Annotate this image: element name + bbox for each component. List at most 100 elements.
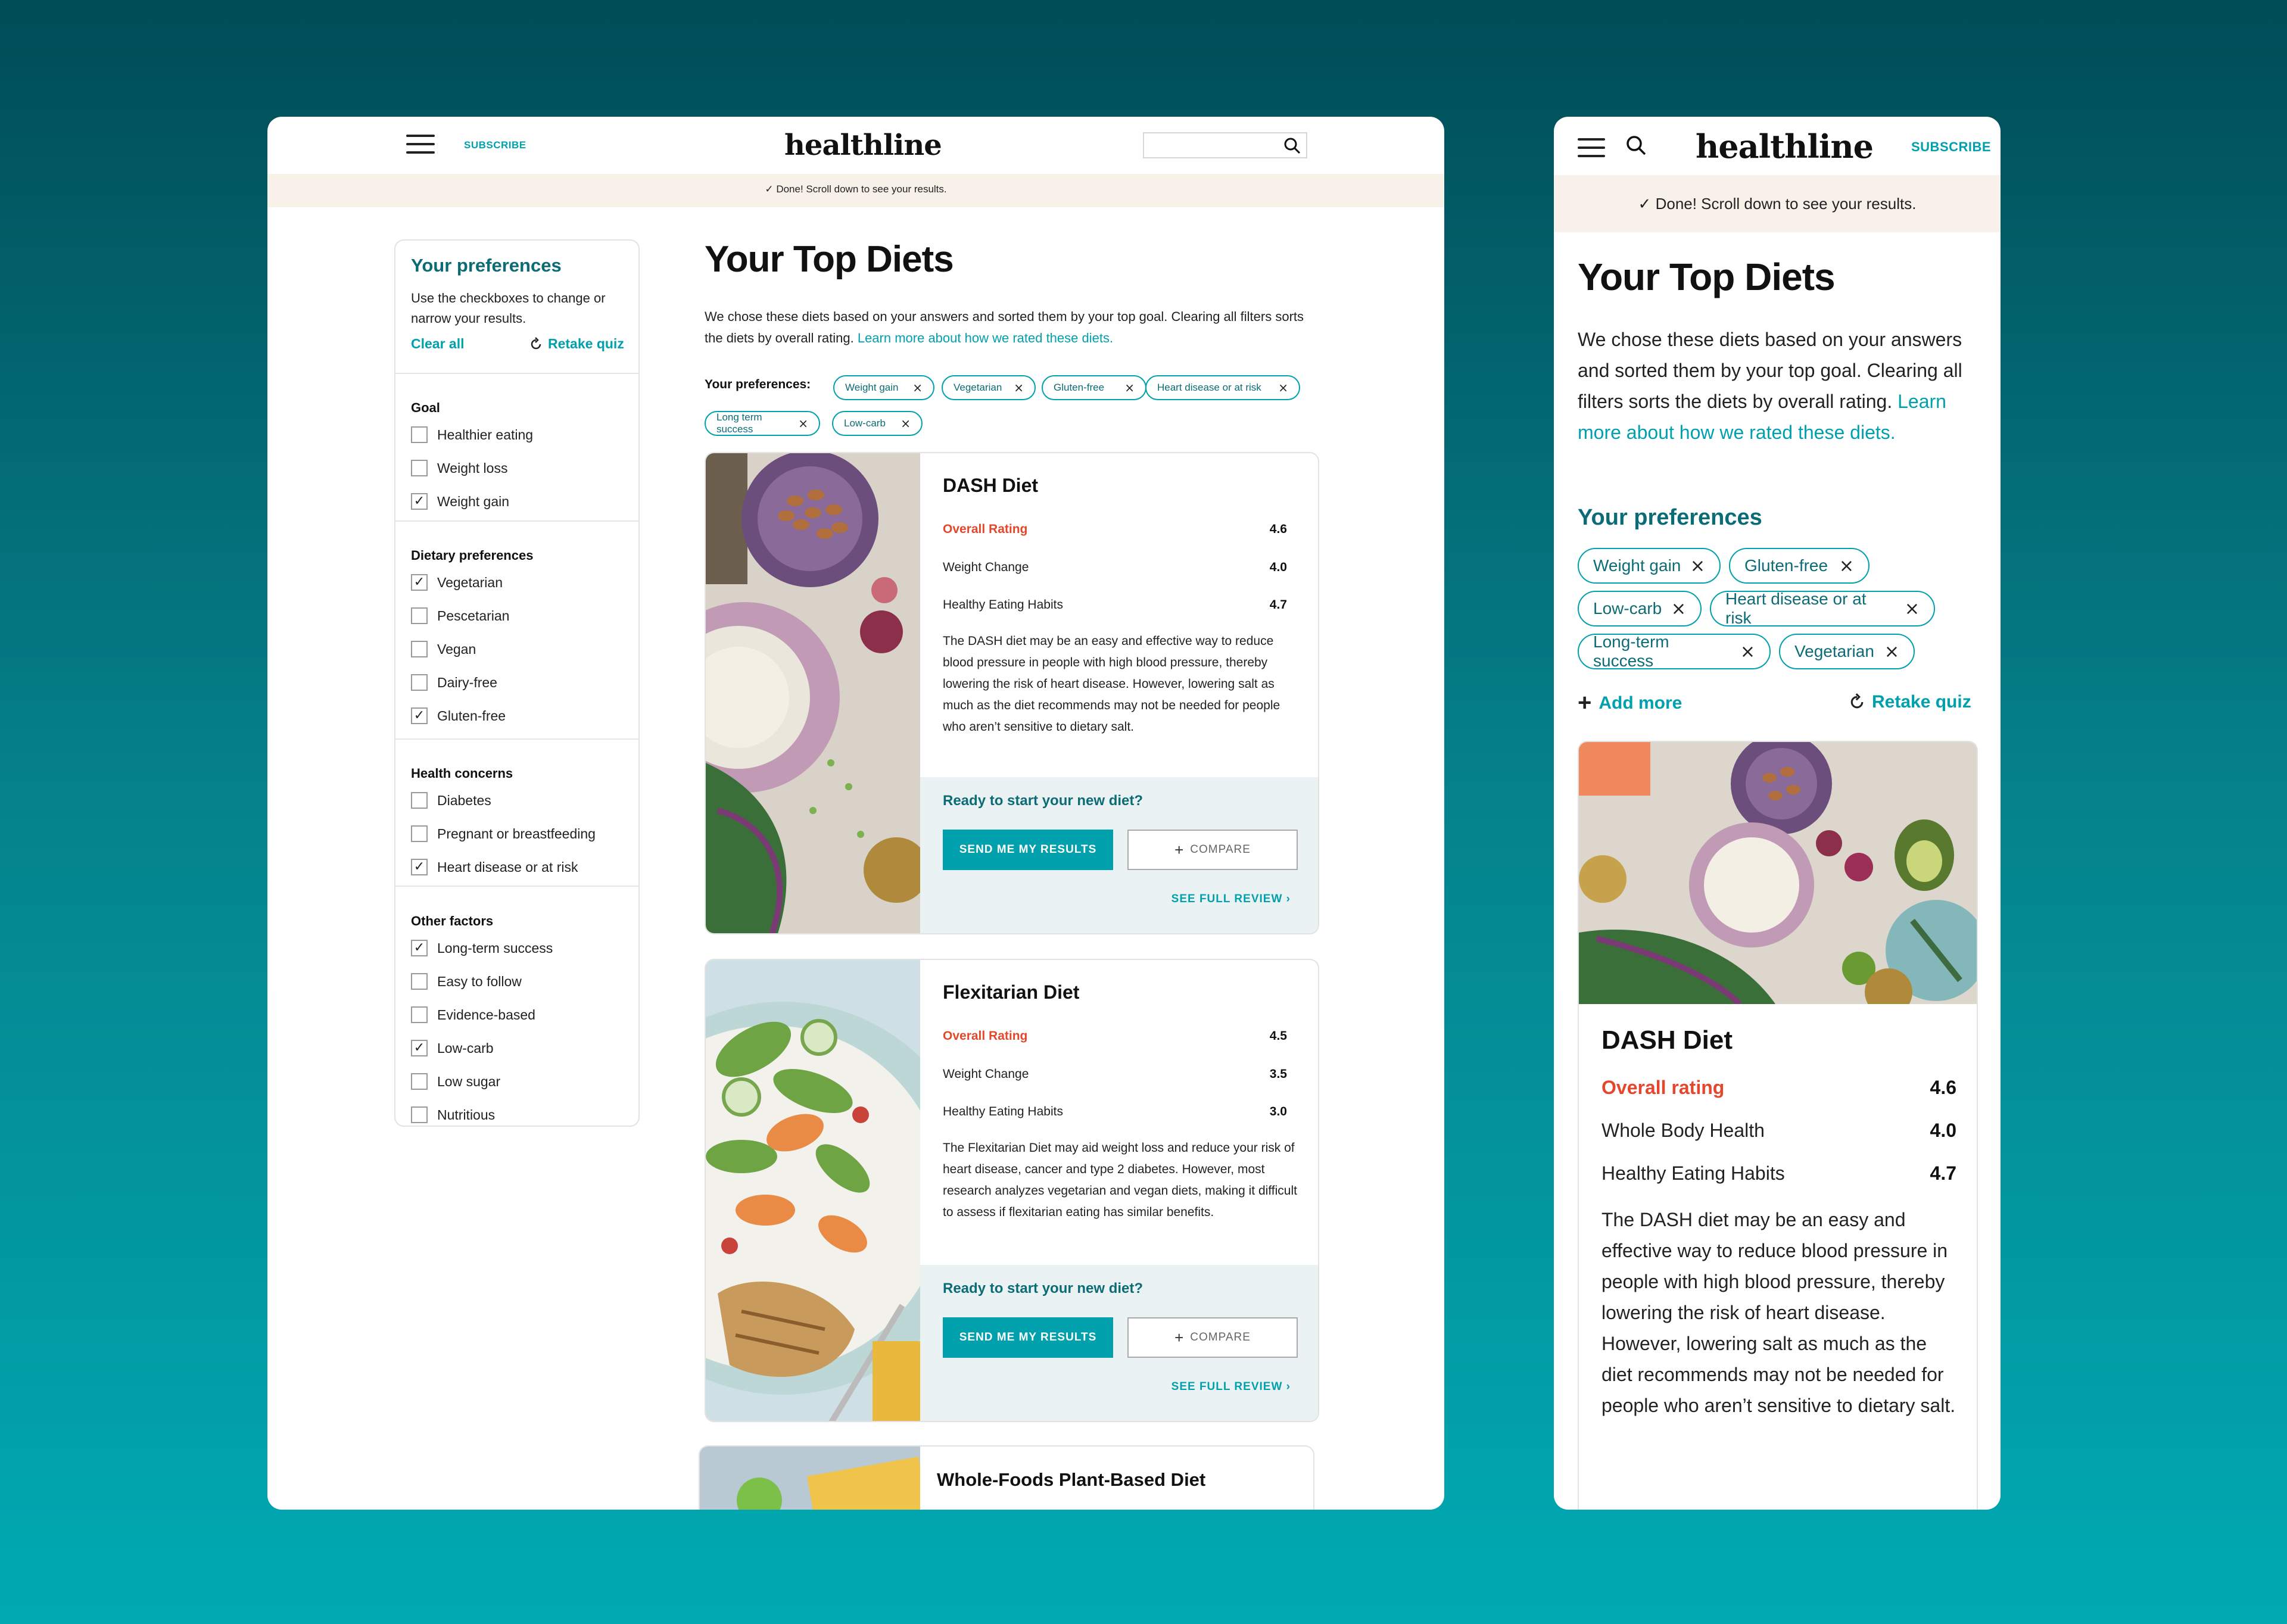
- retake-quiz-link[interactable]: Retake quiz: [529, 336, 624, 352]
- filter-checkbox-row[interactable]: Dairy-free: [411, 674, 497, 691]
- close-icon[interactable]: ×: [1124, 381, 1135, 395]
- subscribe-link[interactable]: SUBSCRIBE: [464, 139, 526, 151]
- checkbox[interactable]: [411, 825, 428, 842]
- add-more-link[interactable]: + Add more: [1578, 690, 1682, 716]
- chip-label: Vegetarian: [1794, 642, 1874, 660]
- filter-label: Low sugar: [437, 1073, 501, 1089]
- close-icon[interactable]: ×: [912, 381, 923, 395]
- chip-label: Low-carb: [844, 417, 886, 429]
- checkbox[interactable]: [411, 674, 428, 691]
- checkbox[interactable]: [411, 460, 428, 476]
- diet-card-whole-foods: Whole-Foods Plant-Based Diet: [699, 1445, 1314, 1510]
- filter-label: Diabetes: [437, 792, 491, 808]
- learn-more-link[interactable]: Learn more about how we rated these diet…: [858, 331, 1113, 345]
- preference-chip[interactable]: Long-term success ×: [1578, 632, 1771, 670]
- preference-chip[interactable]: Heart disease or at risk ×: [1710, 590, 1935, 627]
- checkbox[interactable]: [411, 426, 428, 443]
- filter-checkbox-row[interactable]: ✓ Low-carb: [411, 1040, 494, 1056]
- clear-all-link[interactable]: Clear all: [411, 336, 465, 352]
- menu-icon[interactable]: [406, 135, 435, 154]
- plus-icon: +: [1174, 1328, 1185, 1346]
- checkbox[interactable]: [411, 1106, 428, 1123]
- diet-description: The DASH diet may be an easy and effecti…: [1601, 1209, 1956, 1416]
- close-icon[interactable]: ×: [798, 416, 808, 431]
- compare-button[interactable]: + COMPARE: [1127, 830, 1298, 870]
- preference-chip[interactable]: Long term success ×: [705, 411, 820, 436]
- filter-checkbox-row[interactable]: Low sugar: [411, 1073, 500, 1090]
- checkbox[interactable]: [411, 1073, 428, 1090]
- preference-chip[interactable]: Low-carb ×: [832, 411, 923, 436]
- checkbox[interactable]: [411, 1006, 428, 1023]
- filter-checkbox-row[interactable]: ✓ Long-term success: [411, 940, 553, 956]
- checkbox[interactable]: [411, 792, 428, 809]
- send-results-button[interactable]: SEND ME MY RESULTS: [943, 1317, 1113, 1358]
- preferences-title: Your preferences: [1578, 505, 1762, 530]
- close-icon[interactable]: ×: [1905, 599, 1920, 619]
- search-icon[interactable]: [1283, 137, 1301, 155]
- healthline-logo[interactable]: healthline: [1696, 127, 1874, 166]
- overall-rating-row: Overall Rating 4.6: [943, 522, 1287, 537]
- filter-checkbox-row[interactable]: ✓ Gluten-free: [411, 707, 506, 724]
- filter-checkbox-row[interactable]: Healthier eating: [411, 426, 533, 443]
- filter-label: Pregnant or breastfeeding: [437, 825, 596, 841]
- filter-label: Healthier eating: [437, 426, 534, 442]
- filter-checkbox-row[interactable]: ✓ Vegetarian: [411, 574, 503, 591]
- checkbox[interactable]: [411, 641, 428, 657]
- preference-chip[interactable]: Gluten-free ×: [1729, 548, 1870, 584]
- preference-chip[interactable]: Weight gain ×: [1578, 548, 1721, 584]
- healthline-logo[interactable]: healthline: [784, 129, 942, 162]
- filter-checkbox-row[interactable]: Vegan: [411, 641, 476, 657]
- checkbox-checked[interactable]: ✓: [411, 574, 428, 591]
- preference-chip[interactable]: Gluten-free ×: [1042, 375, 1146, 400]
- checkbox-checked[interactable]: ✓: [411, 940, 428, 956]
- preference-chip[interactable]: Weight gain ×: [833, 375, 934, 400]
- eating-habits-label: Healthy Eating Habits: [1601, 1162, 1785, 1184]
- close-icon[interactable]: ×: [1278, 381, 1288, 395]
- filter-checkbox-row[interactable]: Evidence-based: [411, 1006, 535, 1023]
- close-icon[interactable]: ×: [1014, 381, 1024, 395]
- close-icon[interactable]: ×: [1839, 556, 1854, 576]
- checkbox-checked[interactable]: ✓: [411, 493, 428, 510]
- eating-habits-row: Healthy Eating Habits 4.7: [1601, 1162, 1956, 1185]
- refresh-icon: [531, 336, 541, 349]
- filter-checkbox-row[interactable]: Pescetarian: [411, 607, 509, 624]
- eating-habits-label: Healthy Eating Habits: [943, 1105, 1063, 1118]
- subscribe-link[interactable]: SUBSCRIBE: [1911, 139, 1991, 155]
- menu-icon[interactable]: [1578, 138, 1605, 157]
- see-full-review-link[interactable]: SEE FULL REVIEW ›: [1171, 1380, 1291, 1394]
- search-input[interactable]: [1143, 132, 1307, 158]
- close-icon[interactable]: ×: [1690, 556, 1705, 576]
- search-icon[interactable]: [1625, 135, 1648, 157]
- checkbox[interactable]: [411, 607, 428, 624]
- filter-label: Easy to follow: [437, 973, 522, 989]
- eating-habits-value: 4.7: [1930, 1162, 1956, 1184]
- close-icon[interactable]: ×: [1671, 599, 1686, 619]
- preference-chip[interactable]: Vegetarian ×: [1779, 634, 1915, 669]
- close-icon[interactable]: ×: [901, 416, 911, 431]
- filter-checkbox-row[interactable]: Easy to follow: [411, 973, 522, 990]
- checkbox-checked[interactable]: ✓: [411, 707, 428, 724]
- filter-checkbox-row[interactable]: ✓ Heart disease or at risk: [411, 859, 578, 875]
- filter-checkbox-row[interactable]: Nutritious: [411, 1106, 495, 1123]
- close-icon[interactable]: ×: [1740, 641, 1755, 662]
- compare-button[interactable]: + COMPARE: [1127, 1317, 1298, 1358]
- eating-habits-row: Healthy Eating Habits 3.0: [943, 1105, 1287, 1119]
- sidebar-description: Use the checkboxes to change or narrow y…: [411, 291, 606, 326]
- send-results-button[interactable]: SEND ME MY RESULTS: [943, 830, 1113, 870]
- filter-checkbox-row[interactable]: Weight loss: [411, 460, 507, 476]
- checkbox-checked[interactable]: ✓: [411, 1040, 428, 1056]
- page-title: Your Top Diets: [705, 239, 954, 280]
- checkbox-checked[interactable]: ✓: [411, 859, 428, 875]
- filter-checkbox-row[interactable]: Diabetes: [411, 792, 491, 809]
- preferences-sidebar: Your preferences Use the checkboxes to c…: [394, 239, 640, 1127]
- checkbox[interactable]: [411, 973, 428, 990]
- preference-chip[interactable]: Heart disease or at risk ×: [1145, 375, 1300, 400]
- close-icon[interactable]: ×: [1884, 641, 1899, 662]
- preference-chip[interactable]: Low-carb ×: [1578, 591, 1702, 626]
- see-full-review-link[interactable]: SEE FULL REVIEW ›: [1171, 893, 1291, 906]
- intro-text: We chose these diets based on your answe…: [1578, 324, 1983, 448]
- preference-chip[interactable]: Vegetarian ×: [942, 375, 1036, 400]
- retake-quiz-link[interactable]: Retake quiz: [1848, 692, 1971, 712]
- filter-checkbox-row[interactable]: Pregnant or breastfeeding: [411, 825, 596, 842]
- filter-checkbox-row[interactable]: ✓ Weight gain: [411, 493, 509, 510]
